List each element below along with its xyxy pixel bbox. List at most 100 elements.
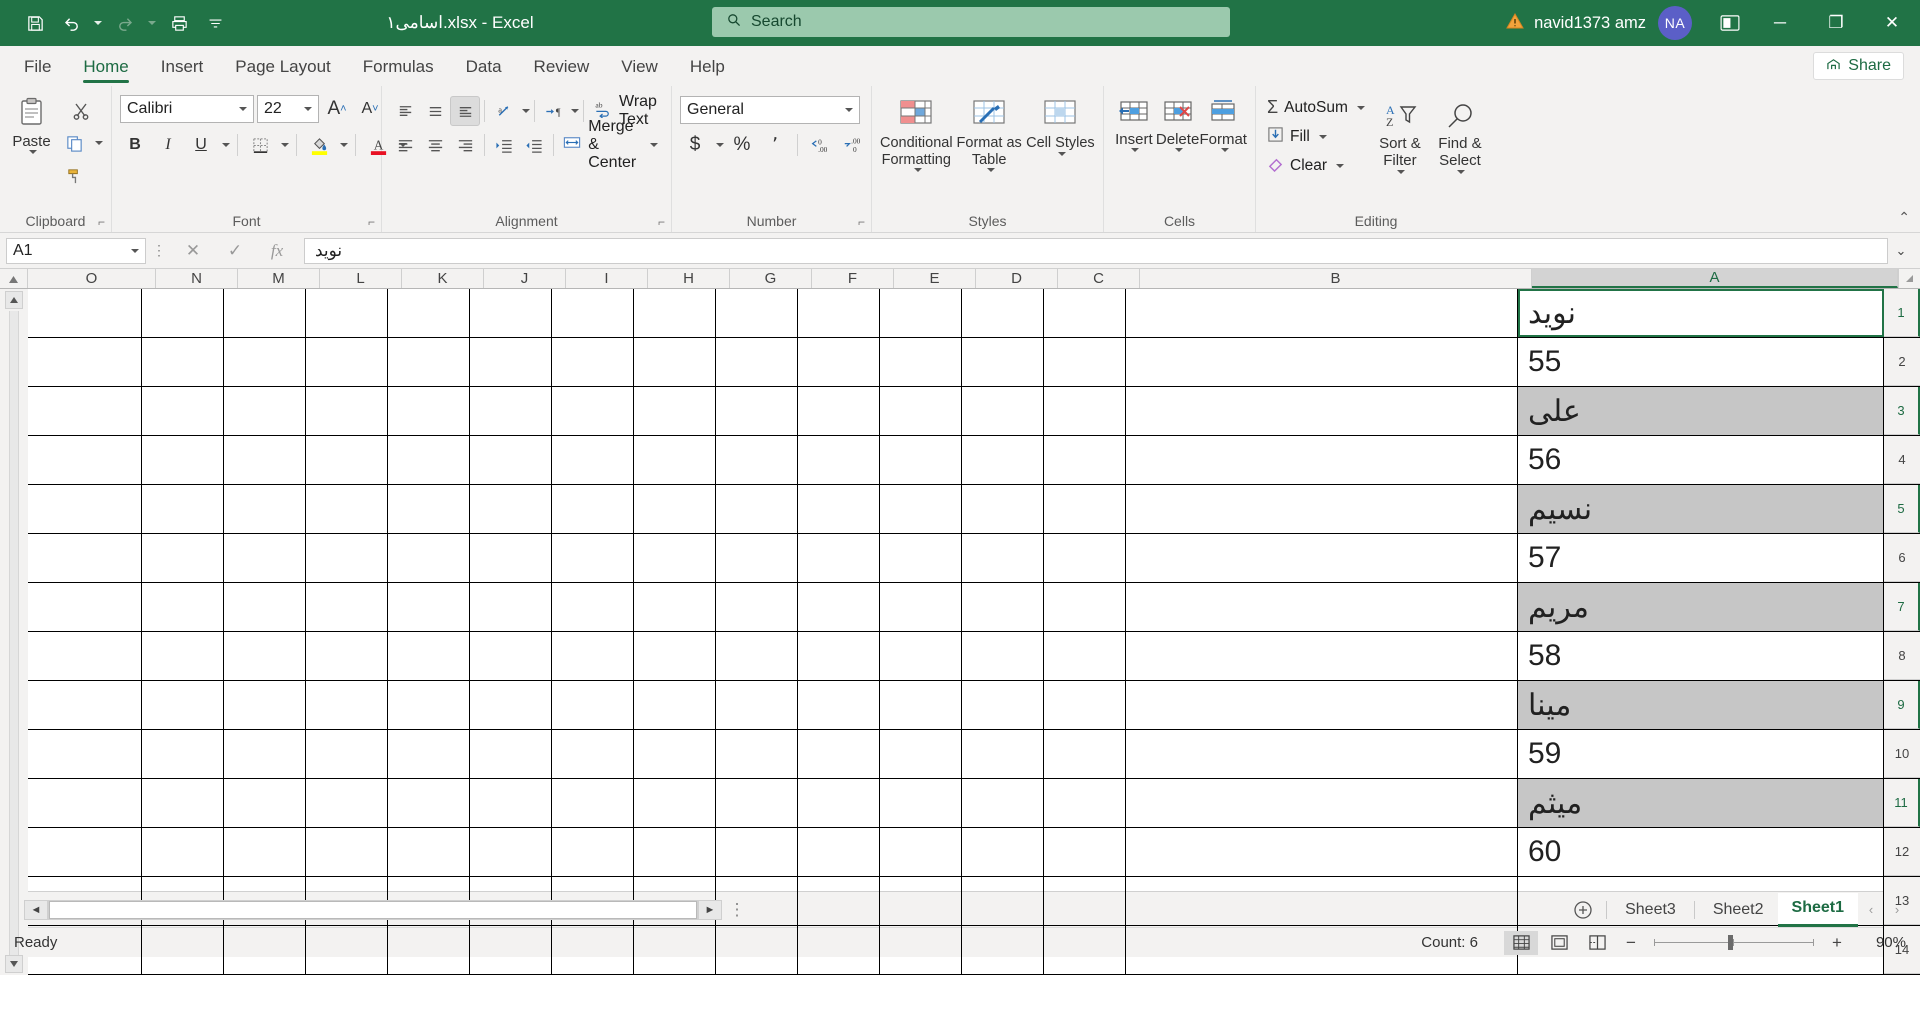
cell-B11[interactable] [1126,779,1518,827]
cell-F10[interactable] [798,730,880,778]
scroll-up-icon[interactable] [5,291,23,309]
cell-E4[interactable] [880,436,962,484]
share-button[interactable]: Share [1813,52,1904,80]
cell-D3[interactable] [962,387,1044,435]
cell-M5[interactable] [224,485,306,533]
row-header-4[interactable]: 4 [1884,436,1920,484]
cell-M8[interactable] [224,632,306,680]
table-row[interactable]: نسیم 5 [28,485,1920,534]
cell-O8[interactable] [28,632,142,680]
cell-O4[interactable] [28,436,142,484]
sheet-tab-sheet3[interactable]: Sheet3 [1611,893,1690,927]
cell-L9[interactable] [306,681,388,729]
cell-J7[interactable] [470,583,552,631]
cell-C12[interactable] [1044,828,1126,876]
cell-C8[interactable] [1044,632,1126,680]
cell-E2[interactable] [880,338,962,386]
cell-N1[interactable] [142,289,224,337]
cell-L6[interactable] [306,534,388,582]
tab-review[interactable]: Review [518,48,606,86]
tab-formulas[interactable]: Formulas [347,48,450,86]
row-header-12[interactable]: 12 [1884,828,1920,876]
cell-A7[interactable]: مریم [1518,583,1884,631]
tab-home[interactable]: Home [67,48,144,86]
cell-F13[interactable] [798,877,880,925]
cell-H5[interactable] [634,485,716,533]
accounting-dropdown-icon[interactable] [716,143,724,147]
normal-view-icon[interactable] [1504,930,1538,955]
row-header-8[interactable]: 8 [1884,632,1920,680]
text-direction-dropdown-icon[interactable] [571,109,580,113]
number-dialog-launcher-icon[interactable]: ⌐ [858,215,865,229]
table-row[interactable]: نوید 1 [28,289,1920,338]
autosum-button[interactable]: Σ AutoSum [1264,94,1368,121]
table-row[interactable]: 57 6 [28,534,1920,583]
cell-O5[interactable] [28,485,142,533]
cell-G11[interactable] [716,779,798,827]
cell-A12[interactable]: 60 [1518,828,1884,876]
cell-N8[interactable] [142,632,224,680]
number-format-select[interactable]: General [680,96,860,124]
column-header-g[interactable]: G [730,269,812,288]
zoom-slider[interactable] [1654,935,1814,950]
orientation-button[interactable]: a [489,96,519,126]
cell-K7[interactable] [388,583,470,631]
cell-H7[interactable] [634,583,716,631]
insert-cells-dropdown-icon[interactable] [1131,148,1140,153]
zoom-level[interactable]: 90% [1854,934,1906,951]
cell-I10[interactable] [552,730,634,778]
cell-D5[interactable] [962,485,1044,533]
cell-B1[interactable] [1126,289,1518,337]
customize-qat-icon[interactable] [198,7,232,39]
cell-C6[interactable] [1044,534,1126,582]
cell-N14[interactable] [142,926,224,974]
cell-G6[interactable] [716,534,798,582]
cell-M4[interactable] [224,436,306,484]
column-header-e[interactable]: E [894,269,976,288]
clear-button[interactable]: Clear [1264,152,1368,179]
cell-N11[interactable] [142,779,224,827]
cell-H4[interactable] [634,436,716,484]
cell-B7[interactable] [1126,583,1518,631]
cell-M12[interactable] [224,828,306,876]
cell-C5[interactable] [1044,485,1126,533]
cell-H12[interactable] [634,828,716,876]
cell-A10[interactable]: 59 [1518,730,1884,778]
cell-M2[interactable] [224,338,306,386]
print-icon[interactable] [162,7,196,39]
cell-F11[interactable] [798,779,880,827]
column-header-d[interactable]: D [976,269,1058,288]
cell-A6[interactable]: 57 [1518,534,1884,582]
row-header-10[interactable]: 10 [1884,730,1920,778]
cell-D13[interactable] [962,877,1044,925]
grid-body[interactable]: نوید 1 55 2 علی 3 56 4 نسیم 5 57 6 مریم 7 58 8 مینا 9 59 10… [28,289,1920,975]
row-header-11[interactable]: 11 [1884,779,1920,827]
cell-J14[interactable] [470,926,552,974]
cell-N6[interactable] [142,534,224,582]
zoom-in-button[interactable]: + [1824,933,1850,953]
cell-H1[interactable] [634,289,716,337]
cell-E10[interactable] [880,730,962,778]
cell-B6[interactable] [1126,534,1518,582]
check-icon[interactable]: ✓ [214,238,256,264]
cell-J4[interactable] [470,436,552,484]
tab-insert[interactable]: Insert [145,48,220,86]
cell-H11[interactable] [634,779,716,827]
cell-K11[interactable] [388,779,470,827]
cell-G10[interactable] [716,730,798,778]
row-header-5[interactable]: 5 [1884,485,1920,533]
cell-N4[interactable] [142,436,224,484]
cell-F6[interactable] [798,534,880,582]
cell-H3[interactable] [634,387,716,435]
fill-color-button[interactable] [304,130,334,160]
undo-dropdown-icon[interactable] [90,7,106,39]
cell-K12[interactable] [388,828,470,876]
cell-styles-button[interactable]: Cell Styles [1026,94,1095,156]
cell-A9[interactable]: مینا [1518,681,1884,729]
cell-A3[interactable]: علی [1518,387,1884,435]
borders-dropdown-icon[interactable] [281,143,289,147]
cell-L3[interactable] [306,387,388,435]
cell-F4[interactable] [798,436,880,484]
column-header-h[interactable]: H [648,269,730,288]
cell-I7[interactable] [552,583,634,631]
